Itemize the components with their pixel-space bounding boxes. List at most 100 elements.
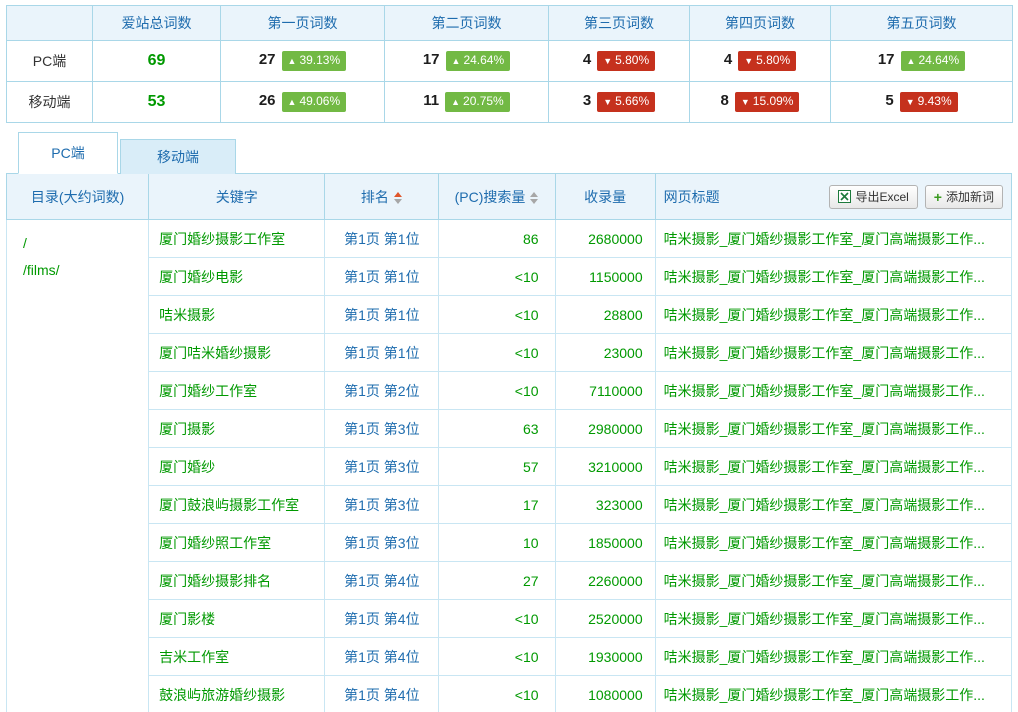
word-count: 26 bbox=[259, 92, 276, 109]
header-rank: 排名 bbox=[325, 174, 439, 220]
rank-link[interactable]: 第1页 第3位 bbox=[344, 497, 419, 513]
keyword-link[interactable]: 厦门影楼 bbox=[159, 611, 215, 627]
rank-cell: 第1页 第1位 bbox=[325, 258, 439, 296]
arrow-up-icon: ▲ bbox=[907, 56, 916, 66]
search-volume-cell: <10 bbox=[439, 258, 555, 296]
search-volume-cell: 86 bbox=[439, 220, 555, 258]
table-row: 厦门鼓浪屿摄影工作室 第1页 第3位 17 323000 咭米摄影_厦门婚纱摄影… bbox=[7, 486, 1012, 524]
table-row: 吉米工作室 第1页 第4位 <10 1930000 咭米摄影_厦门婚纱摄影工作室… bbox=[7, 638, 1012, 676]
rank-link[interactable]: 第1页 第4位 bbox=[344, 687, 419, 703]
rank-cell: 第1页 第4位 bbox=[325, 638, 439, 676]
rank-link[interactable]: 第1页 第4位 bbox=[344, 573, 419, 589]
word-count: 4 bbox=[724, 51, 732, 68]
keyword-link[interactable]: 厦门婚纱工作室 bbox=[159, 383, 257, 399]
header-keyword: 关键字 bbox=[149, 174, 325, 220]
change-badge-down: ▼5.80% bbox=[597, 51, 655, 71]
keyword-cell: 厦门影楼 bbox=[149, 600, 325, 638]
keyword-link[interactable]: 厦门婚纱照工作室 bbox=[159, 535, 271, 551]
rank-cell: 第1页 第4位 bbox=[325, 562, 439, 600]
page-word-count-cell: 8 ▼15.09% bbox=[690, 82, 831, 123]
search-volume-cell: <10 bbox=[439, 372, 555, 410]
keyword-link[interactable]: 咭米摄影 bbox=[159, 307, 215, 323]
keyword-link[interactable]: 厦门婚纱摄影工作室 bbox=[159, 231, 285, 247]
keyword-link[interactable]: 鼓浪屿旅游婚纱摄影 bbox=[159, 687, 285, 703]
page-word-count-cell: 4▼5.80% bbox=[690, 41, 831, 82]
keyword-link[interactable]: 厦门鼓浪屿摄影工作室 bbox=[159, 497, 299, 513]
word-count: 17 bbox=[423, 51, 440, 68]
change-percent: 20.75% bbox=[463, 94, 504, 108]
table-row: 厦门摄影 第1页 第3位 63 2980000 咭米摄影_厦门婚纱摄影工作室_厦… bbox=[7, 410, 1012, 448]
export-excel-button[interactable]: 导出Excel bbox=[829, 185, 917, 209]
index-count-cell: 323000 bbox=[555, 486, 655, 524]
keyword-link[interactable]: 吉米工作室 bbox=[159, 649, 229, 665]
word-count: 8 bbox=[721, 92, 729, 109]
directory-link[interactable]: / bbox=[23, 230, 142, 257]
search-volume-cell: <10 bbox=[439, 296, 555, 334]
arrow-down-icon: ▼ bbox=[741, 97, 750, 107]
total-word-count-pc: 69 bbox=[93, 41, 221, 82]
page-word-count-cell: 4▼5.80% bbox=[549, 41, 690, 82]
rank-link[interactable]: 第1页 第2位 bbox=[344, 383, 419, 399]
rank-link[interactable]: 第1页 第3位 bbox=[344, 459, 419, 475]
page-title-cell: 咭米摄影_厦门婚纱摄影工作室_厦门高端摄影工作... bbox=[655, 486, 1011, 524]
table-row: 鼓浪屿旅游婚纱摄影 第1页 第4位 <10 1080000 咭米摄影_厦门婚纱摄… bbox=[7, 676, 1012, 712]
add-keyword-button[interactable]: + 添加新词 bbox=[925, 185, 1003, 209]
page-title-cell: 咭米摄影_厦门婚纱摄影工作室_厦门高端摄影工作... bbox=[655, 638, 1011, 676]
page-word-count-cell: 5▼9.43% bbox=[831, 82, 1013, 123]
index-count-cell: 2260000 bbox=[555, 562, 655, 600]
index-count-cell: 1930000 bbox=[555, 638, 655, 676]
sort-rank-icon[interactable] bbox=[394, 190, 403, 206]
search-volume-cell: 27 bbox=[439, 562, 555, 600]
rank-link[interactable]: 第1页 第3位 bbox=[344, 535, 419, 551]
column-header-page1: 第一页词数 bbox=[221, 6, 385, 41]
row-label-mobile: 移动端 bbox=[7, 82, 93, 123]
change-percent: 15.09% bbox=[753, 94, 794, 108]
rank-link[interactable]: 第1页 第1位 bbox=[344, 307, 419, 323]
rank-link[interactable]: 第1页 第4位 bbox=[344, 611, 419, 627]
row-label-pc: PC端 bbox=[7, 41, 93, 82]
word-count: 3 bbox=[583, 92, 591, 109]
keyword-link[interactable]: 厦门咭米婚纱摄影 bbox=[159, 345, 271, 361]
arrow-up-icon: ▲ bbox=[452, 56, 461, 66]
table-row: 厦门影楼 第1页 第4位 <10 2520000 咭米摄影_厦门婚纱摄影工作室_… bbox=[7, 600, 1012, 638]
index-count-cell: 7110000 bbox=[555, 372, 655, 410]
keyword-cell: 厦门婚纱照工作室 bbox=[149, 524, 325, 562]
page-title-cell: 咭米摄影_厦门婚纱摄影工作室_厦门高端摄影工作... bbox=[655, 372, 1011, 410]
table-row: 厦门婚纱电影 第1页 第1位 <10 1150000 咭米摄影_厦门婚纱摄影工作… bbox=[7, 258, 1012, 296]
column-header-total: 爱站总词数 bbox=[93, 6, 221, 41]
change-percent: 5.80% bbox=[615, 53, 649, 67]
column-header-page3: 第三页词数 bbox=[549, 6, 690, 41]
keyword-link[interactable]: 厦门婚纱电影 bbox=[159, 269, 243, 285]
keyword-link[interactable]: 厦门婚纱摄影排名 bbox=[159, 573, 271, 589]
tab-pc[interactable]: PC端 bbox=[18, 132, 118, 174]
table-row: 厦门婚纱摄影排名 第1页 第4位 27 2260000 咭米摄影_厦门婚纱摄影工… bbox=[7, 562, 1012, 600]
table-row: 厦门咭米婚纱摄影 第1页 第1位 <10 23000 咭米摄影_厦门婚纱摄影工作… bbox=[7, 334, 1012, 372]
header-page-title-label: 网页标题 bbox=[664, 187, 720, 207]
tab-mobile[interactable]: 移动端 bbox=[120, 139, 236, 174]
keyword-link[interactable]: 厦门婚纱 bbox=[159, 459, 215, 475]
table-row: 厦门婚纱 第1页 第3位 57 3210000 咭米摄影_厦门婚纱摄影工作室_厦… bbox=[7, 448, 1012, 486]
change-badge-up: ▲49.06% bbox=[282, 92, 347, 112]
arrow-up-icon: ▲ bbox=[451, 97, 460, 107]
header-search-volume: (PC)搜索量 bbox=[439, 174, 555, 220]
rank-cell: 第1页 第3位 bbox=[325, 410, 439, 448]
rank-cell: 第1页 第2位 bbox=[325, 372, 439, 410]
rank-link[interactable]: 第1页 第1位 bbox=[344, 231, 419, 247]
header-search-volume-label: (PC)搜索量 bbox=[455, 189, 526, 205]
rank-link[interactable]: 第1页 第1位 bbox=[344, 269, 419, 285]
rank-link[interactable]: 第1页 第1位 bbox=[344, 345, 419, 361]
rank-cell: 第1页 第3位 bbox=[325, 524, 439, 562]
sort-search-volume-icon[interactable] bbox=[530, 190, 539, 206]
rank-cell: 第1页 第1位 bbox=[325, 334, 439, 372]
rank-link[interactable]: 第1页 第4位 bbox=[344, 649, 419, 665]
keyword-link[interactable]: 厦门摄影 bbox=[159, 421, 215, 437]
index-count-cell: 2520000 bbox=[555, 600, 655, 638]
arrow-down-icon: ▼ bbox=[603, 56, 612, 66]
change-percent: 49.06% bbox=[299, 94, 340, 108]
arrow-up-icon: ▲ bbox=[288, 56, 297, 66]
rank-link[interactable]: 第1页 第3位 bbox=[344, 421, 419, 437]
index-count-cell: 1080000 bbox=[555, 676, 655, 712]
arrow-down-icon: ▼ bbox=[906, 97, 915, 107]
change-percent: 39.13% bbox=[299, 53, 340, 67]
directory-link[interactable]: /films/ bbox=[23, 257, 142, 284]
